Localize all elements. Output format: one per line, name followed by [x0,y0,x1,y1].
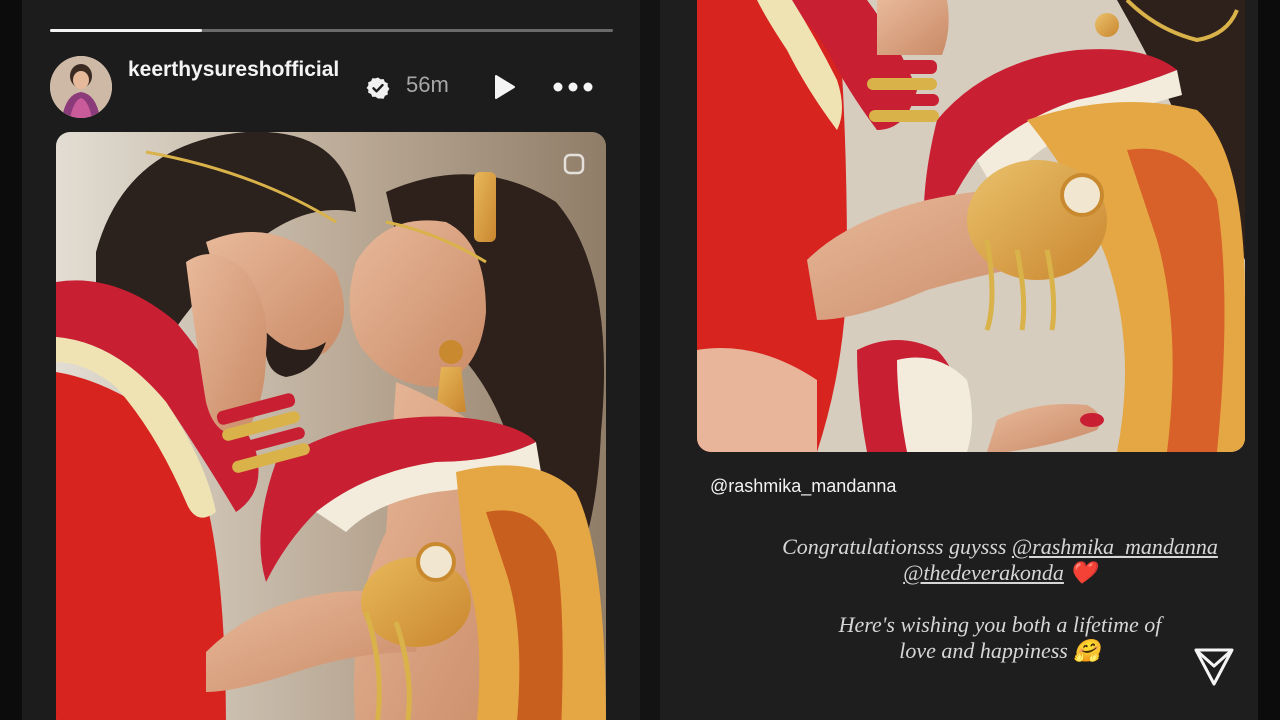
story-photo-cropped [697,0,1245,452]
heart-emoji: ❤️ [1069,560,1097,585]
verified-badge-icon [366,77,390,99]
caption-text: Congratulationsss guysss [782,534,1007,559]
story-progress-bar [50,29,613,32]
avatar[interactable] [50,56,112,118]
story-username[interactable]: keerthysureshofficial [128,54,358,85]
story-panel-left[interactable]: keerthysureshofficial 56m [22,0,640,720]
caption-wish-line2: love and happiness [899,638,1068,663]
more-options-icon[interactable] [552,76,594,98]
caption-wish-line1: Here's wishing you both a lifetime of [838,612,1162,637]
mention-tag[interactable]: @rashmika_mandanna [710,476,896,497]
hug-emoji: 🤗 [1073,638,1101,663]
story-progress-fill [50,29,202,32]
story-panel-right[interactable]: @rashmika_mandanna Congratulationsss guy… [660,0,1258,720]
left-margin [0,0,22,720]
caption-mention-rashmika[interactable]: @rashmika_mandanna [1012,534,1218,559]
play-icon[interactable] [490,73,518,101]
caption-mention-deverakonda[interactable]: @thedeverakonda [903,560,1064,585]
story-timestamp: 56m [406,72,449,97]
story-caption: Congratulationsss guysss @rashmika_manda… [720,534,1258,690]
send-icon[interactable] [1192,644,1236,688]
story-photo [56,132,606,720]
right-margin [1258,0,1280,720]
carousel-icon [563,153,585,175]
